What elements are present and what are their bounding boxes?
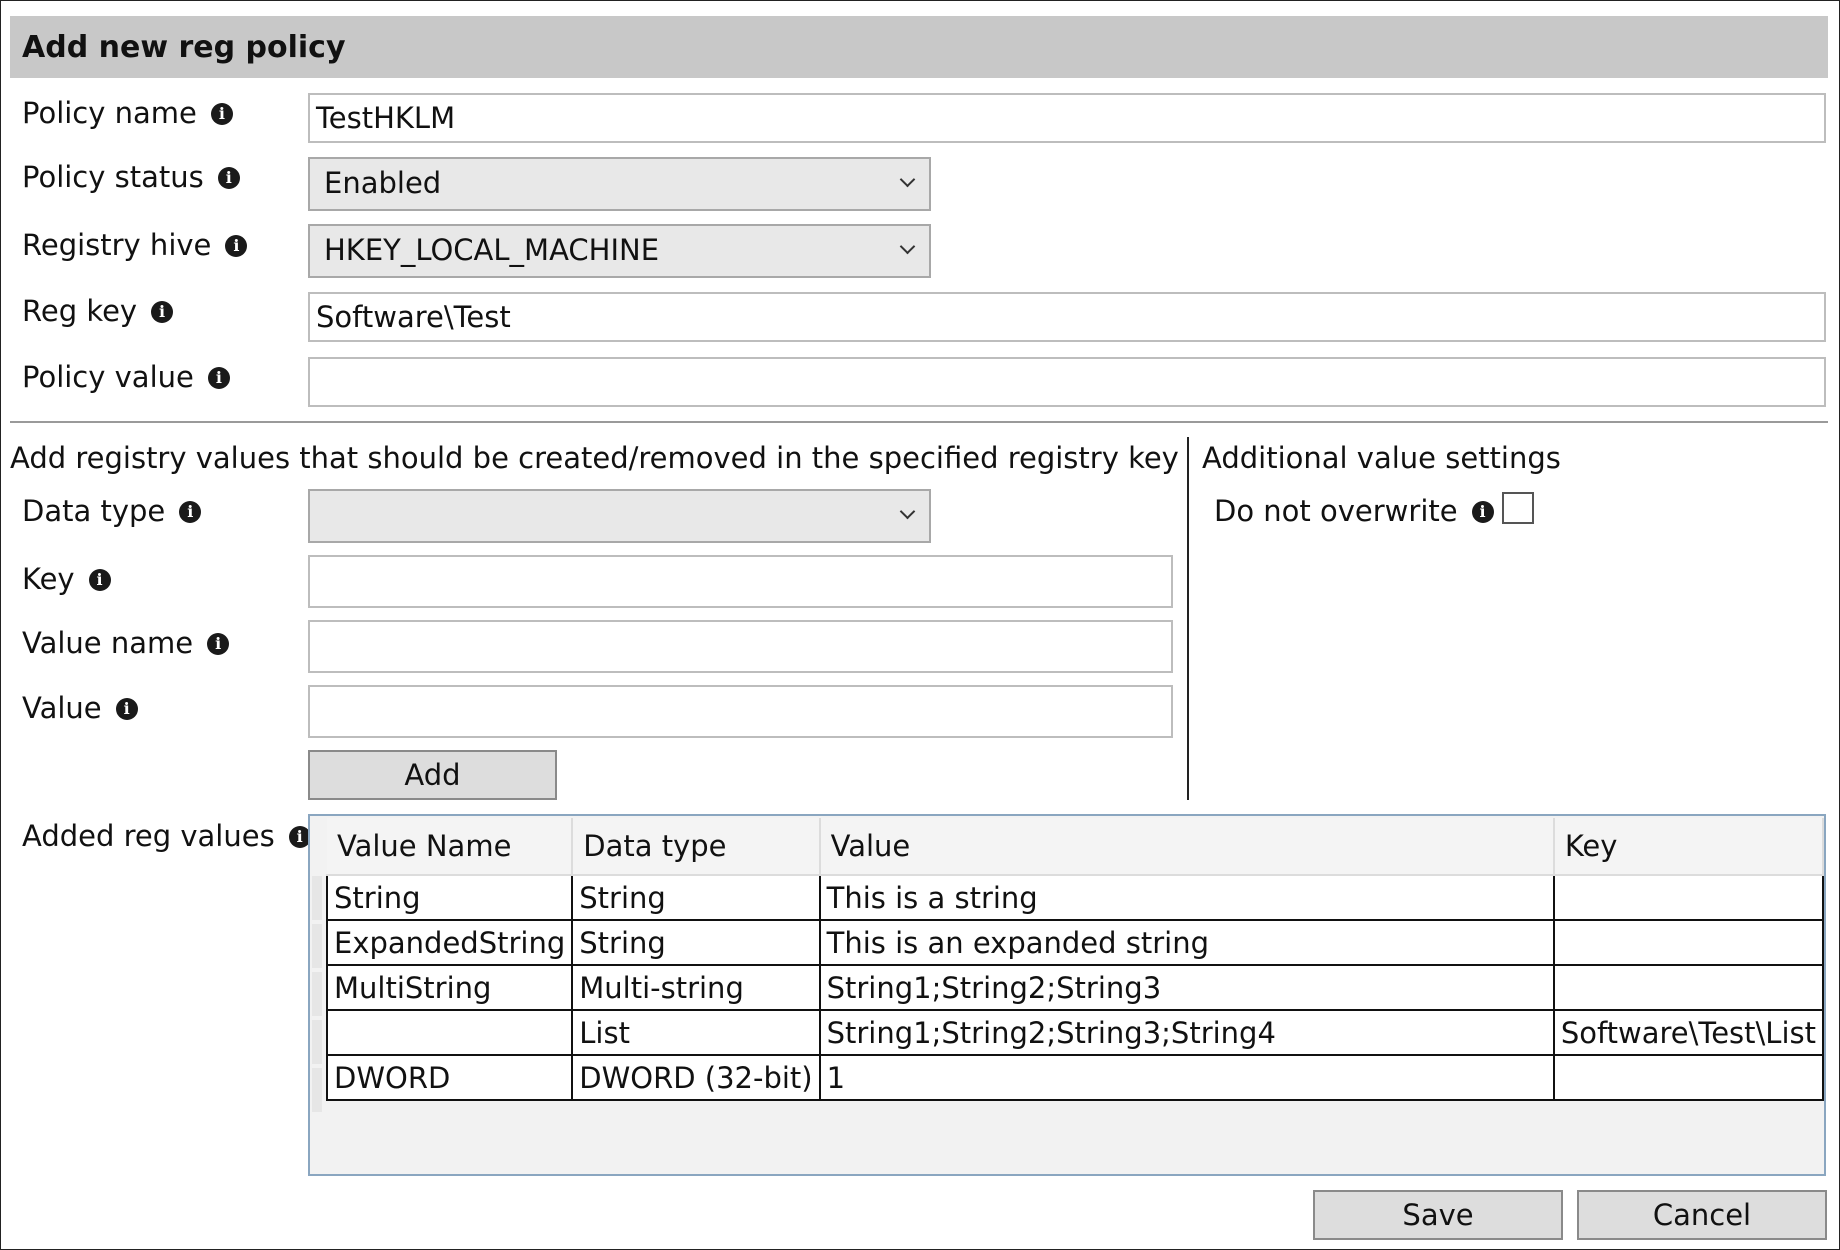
- cancel-button[interactable]: Cancel: [1577, 1190, 1827, 1240]
- additional-settings-heading: Additional value settings: [1202, 441, 1561, 475]
- table-cell[interactable]: String: [571, 874, 821, 921]
- added-values-table: Value Name Data type Value Key String St…: [325, 818, 1825, 1101]
- table-row[interactable]: ExpandedString String This is an expande…: [325, 919, 1825, 966]
- table-cell[interactable]: String1;String2;String3;String4: [818, 1009, 1555, 1056]
- row-header[interactable]: [312, 1020, 322, 1064]
- column-header-key[interactable]: Key: [1553, 818, 1825, 876]
- chevron-down-icon: [899, 171, 916, 188]
- column-header-data-type[interactable]: Data type: [572, 818, 821, 876]
- policy-status-value: Enabled: [324, 166, 442, 200]
- table-cell[interactable]: [1552, 1054, 1825, 1101]
- table-cell[interactable]: [1552, 919, 1825, 966]
- table-cell[interactable]: DWORD: [325, 1054, 574, 1101]
- row-header[interactable]: [312, 1068, 322, 1112]
- info-icon[interactable]: i: [207, 367, 230, 389]
- value-name-label: Value name i: [22, 626, 230, 660]
- info-icon[interactable]: i: [88, 569, 111, 591]
- vertical-divider: [1187, 437, 1189, 800]
- row-header[interactable]: [312, 876, 322, 920]
- table-cell[interactable]: String1;String2;String3: [818, 964, 1555, 1011]
- table-row[interactable]: DWORD DWORD (32-bit) 1: [325, 1054, 1825, 1101]
- chevron-down-icon: [899, 503, 916, 520]
- policy-name-label: Policy name i: [22, 96, 233, 130]
- policy-value-input[interactable]: [308, 357, 1826, 407]
- policy-value-label: Policy value i: [22, 360, 230, 394]
- do-not-overwrite-label-text: Do not overwrite: [1214, 494, 1458, 528]
- table-cell[interactable]: [325, 1009, 574, 1056]
- table-cell[interactable]: DWORD (32-bit): [571, 1054, 821, 1101]
- add-button[interactable]: Add: [308, 750, 557, 800]
- info-icon[interactable]: i: [210, 103, 233, 125]
- reg-key-label-text: Reg key: [22, 294, 138, 328]
- table-cell[interactable]: This is a string: [818, 874, 1555, 921]
- info-icon[interactable]: i: [207, 633, 230, 655]
- policy-name-label-text: Policy name: [22, 96, 197, 130]
- added-values-label: Added reg values i: [22, 819, 311, 853]
- reg-key-input[interactable]: Software\Test: [308, 292, 1826, 342]
- table-cell[interactable]: String: [325, 874, 574, 921]
- policy-value-label-text: Policy value: [22, 360, 194, 394]
- row-header[interactable]: [312, 972, 322, 1016]
- table-cell[interactable]: 1: [818, 1054, 1555, 1101]
- registry-hive-label: Registry hive i: [22, 228, 248, 262]
- registry-hive-label-text: Registry hive: [22, 228, 212, 262]
- data-type-label: Data type i: [22, 494, 202, 528]
- added-values-label-text: Added reg values: [22, 819, 275, 853]
- reg-key-label: Reg key i: [22, 294, 174, 328]
- info-icon[interactable]: i: [1471, 501, 1494, 523]
- info-icon[interactable]: i: [217, 167, 240, 189]
- table-row[interactable]: List String1;String2;String3;String4 Sof…: [325, 1009, 1825, 1056]
- key-input[interactable]: [308, 555, 1173, 608]
- key-label: Key i: [22, 562, 111, 596]
- column-header-value[interactable]: Value: [819, 818, 1555, 876]
- save-button[interactable]: Save: [1313, 1190, 1563, 1240]
- value-input[interactable]: [308, 685, 1173, 738]
- policy-name-input[interactable]: TestHKLM: [308, 93, 1826, 143]
- data-type-select[interactable]: [308, 489, 931, 543]
- table-row[interactable]: String String This is a string: [325, 874, 1825, 921]
- value-name-input[interactable]: [308, 620, 1173, 673]
- dialog-titlebar: Add new reg policy: [10, 16, 1828, 78]
- table-cell[interactable]: MultiString: [325, 964, 574, 1011]
- info-icon[interactable]: i: [151, 301, 174, 323]
- policy-status-label: Policy status i: [22, 160, 240, 194]
- policy-status-select[interactable]: Enabled: [308, 157, 931, 211]
- table-cell[interactable]: Multi-string: [571, 964, 821, 1011]
- value-name-label-text: Value name: [22, 626, 194, 660]
- table-cell[interactable]: This is an expanded string: [818, 919, 1555, 966]
- table-cell[interactable]: ExpandedString: [325, 919, 574, 966]
- key-label-text: Key: [22, 562, 75, 596]
- section-divider: [10, 421, 1828, 423]
- row-header[interactable]: [312, 924, 322, 968]
- data-type-label-text: Data type: [22, 494, 166, 528]
- table-row[interactable]: MultiString Multi-string String1;String2…: [325, 964, 1825, 1011]
- chevron-down-icon: [899, 238, 916, 255]
- added-values-grid[interactable]: Value Name Data type Value Key String St…: [308, 814, 1826, 1176]
- info-icon[interactable]: i: [179, 501, 202, 523]
- table-header-row: Value Name Data type Value Key: [327, 818, 1825, 876]
- registry-hive-value: HKEY_LOCAL_MACHINE: [324, 233, 660, 267]
- info-icon[interactable]: i: [115, 698, 138, 720]
- table-cell[interactable]: [1552, 874, 1825, 921]
- do-not-overwrite-checkbox[interactable]: [1502, 492, 1534, 524]
- dialog-title: Add new reg policy: [22, 30, 346, 65]
- column-header-value-name[interactable]: Value Name: [327, 818, 574, 876]
- do-not-overwrite-label: Do not overwrite i: [1214, 494, 1494, 528]
- policy-status-label-text: Policy status: [22, 160, 204, 194]
- value-label-text: Value: [22, 691, 102, 725]
- table-cell[interactable]: Software\Test\List: [1552, 1009, 1825, 1056]
- table-cell[interactable]: [1552, 964, 1825, 1011]
- table-cell[interactable]: List: [571, 1009, 821, 1056]
- registry-hive-select[interactable]: HKEY_LOCAL_MACHINE: [308, 224, 931, 278]
- table-cell[interactable]: String: [571, 919, 821, 966]
- values-section-heading: Add registry values that should be creat…: [10, 441, 1179, 475]
- info-icon[interactable]: i: [225, 235, 248, 257]
- value-label: Value i: [22, 691, 138, 725]
